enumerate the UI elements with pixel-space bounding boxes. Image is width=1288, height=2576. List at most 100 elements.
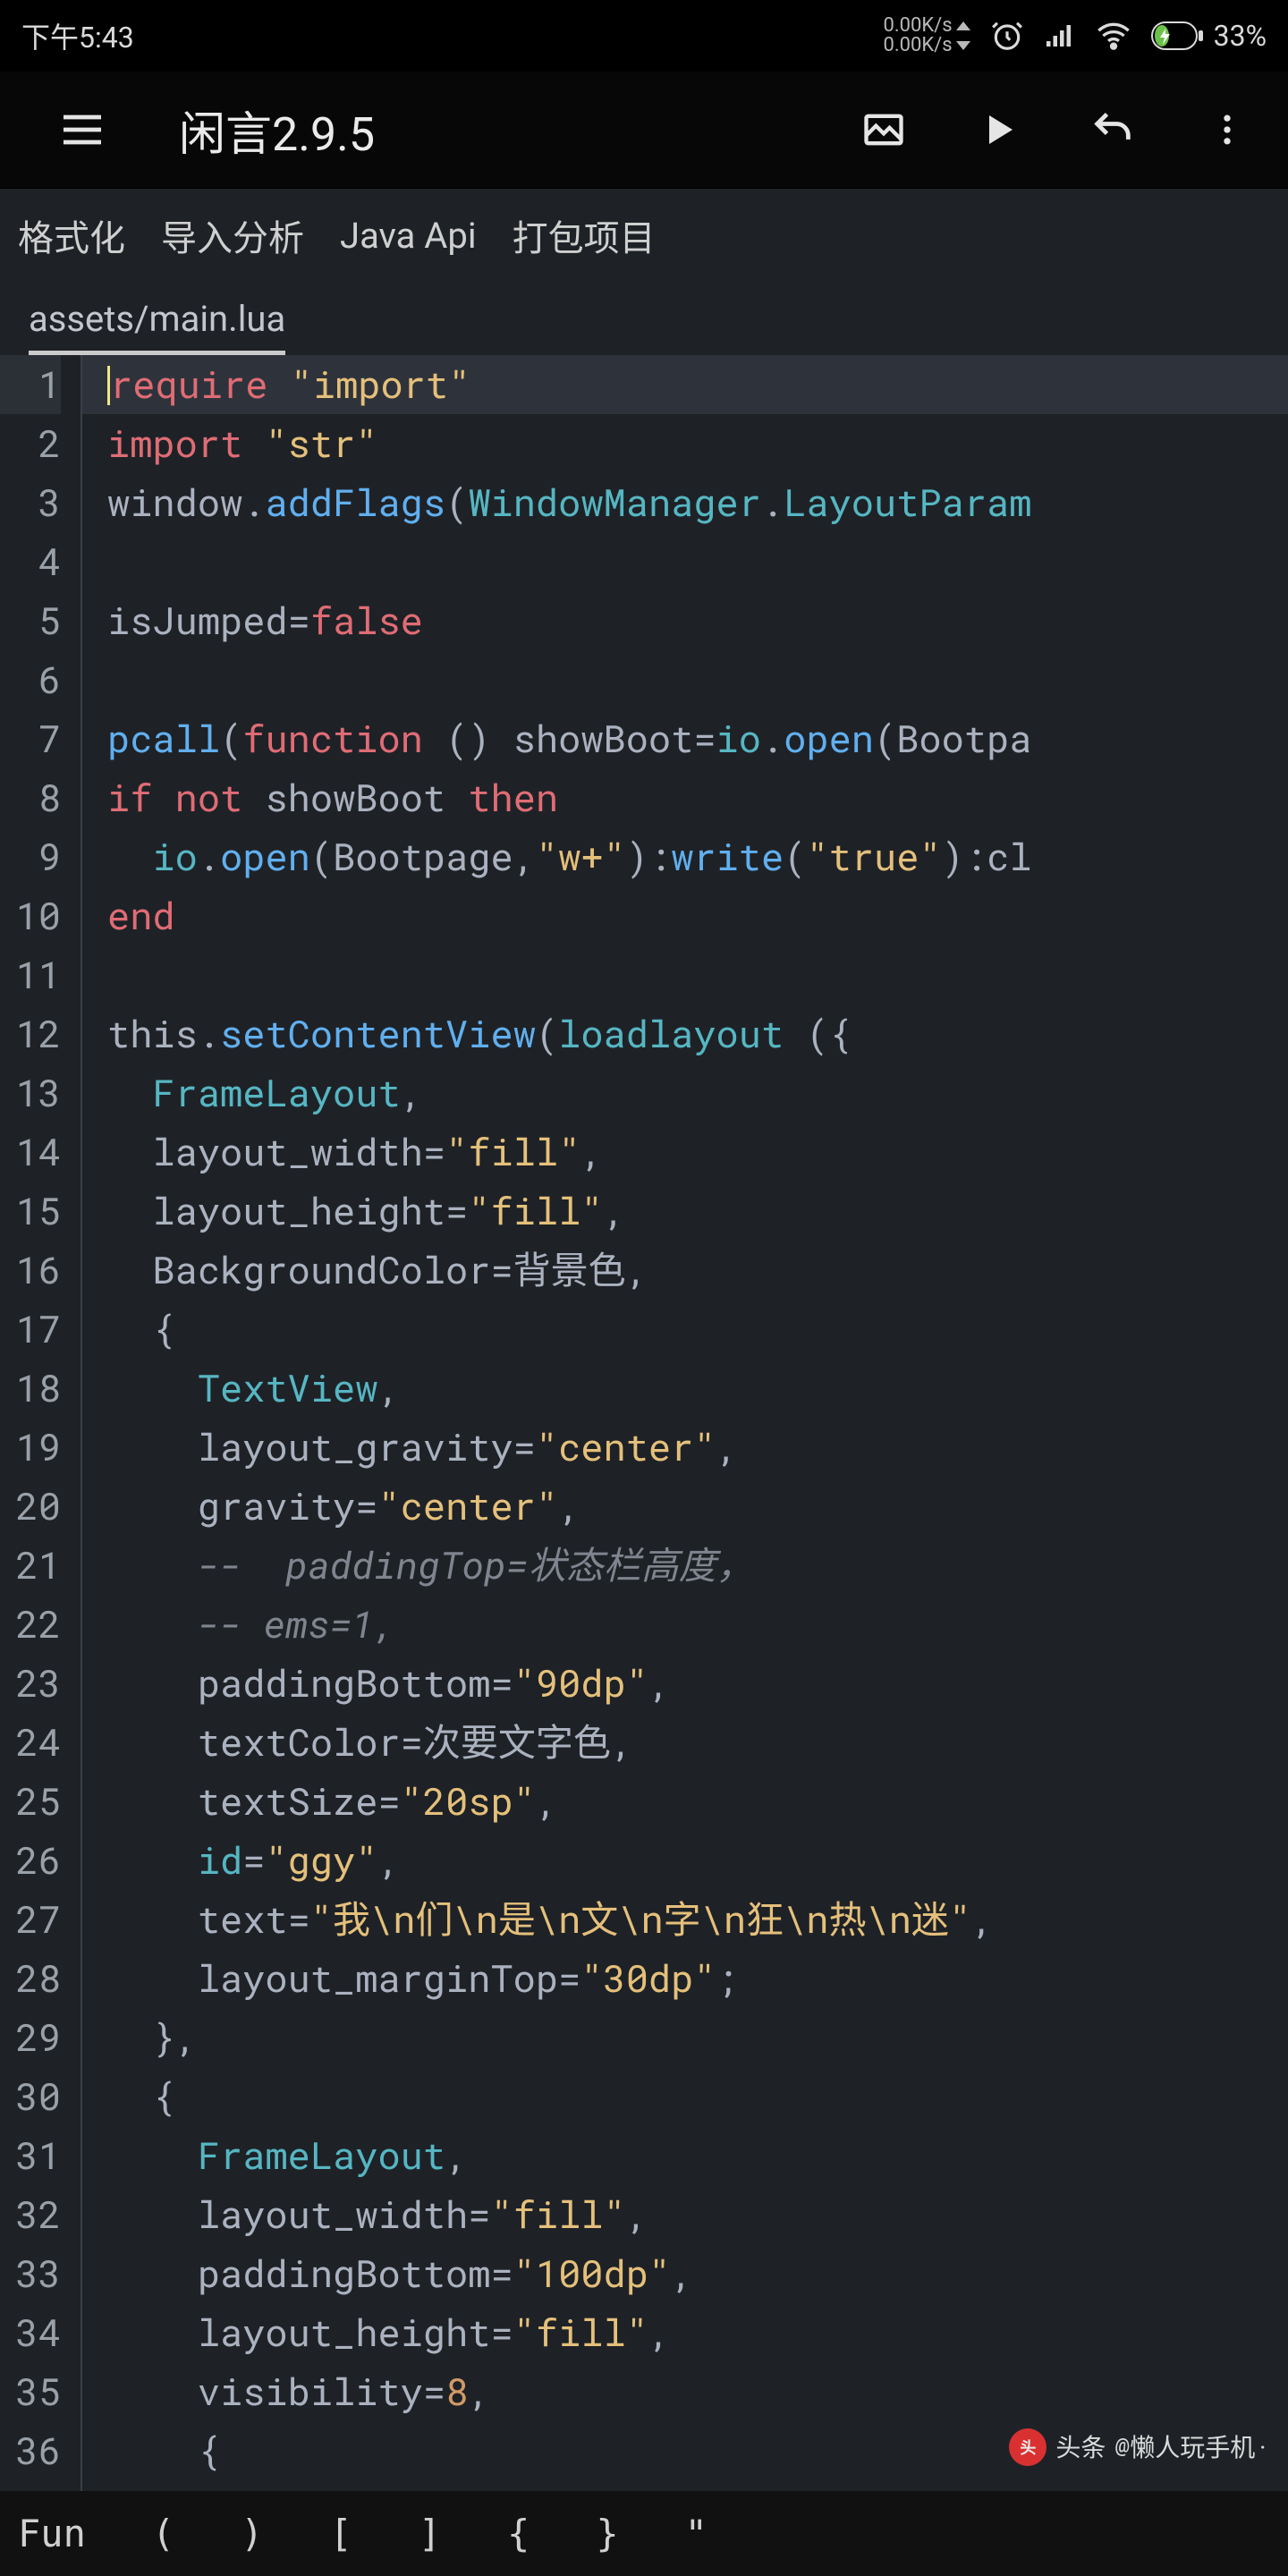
code-line[interactable]: import "str" bbox=[107, 414, 1288, 473]
java-api-button[interactable]: Java Api bbox=[340, 215, 477, 257]
code-line[interactable]: -- paddingTop=状态栏高度， bbox=[107, 1536, 1288, 1595]
more-icon[interactable] bbox=[1188, 90, 1267, 169]
key-lbrace[interactable]: { bbox=[507, 2512, 530, 2555]
line-number: 5 bbox=[0, 591, 61, 650]
battery-icon: 33% bbox=[1151, 19, 1267, 53]
code-line[interactable]: visibility=8, bbox=[107, 2362, 1288, 2421]
code-line[interactable]: end bbox=[107, 886, 1288, 945]
line-number: 20 bbox=[0, 1477, 61, 1536]
code-line[interactable]: text="我\n们\n是\n文\n字\n狂\n热\n迷", bbox=[107, 1890, 1288, 1949]
line-number: 1 bbox=[0, 355, 61, 414]
status-time: 下午5:43 bbox=[21, 15, 134, 56]
line-number: 6 bbox=[0, 650, 61, 709]
toolbar: 闲言2.9.5 bbox=[0, 72, 1288, 188]
line-number: 3 bbox=[0, 473, 61, 532]
code-line[interactable]: layout_gravity="center", bbox=[107, 1418, 1288, 1477]
line-number: 33 bbox=[0, 2244, 61, 2303]
key-rbrace[interactable]: } bbox=[596, 2512, 618, 2555]
line-number: 22 bbox=[0, 1595, 61, 1654]
line-number: 37 bbox=[0, 2480, 61, 2491]
play-icon[interactable] bbox=[959, 90, 1038, 169]
line-number: 2 bbox=[0, 414, 61, 473]
line-number: 17 bbox=[0, 1300, 61, 1359]
code-line[interactable] bbox=[107, 945, 1288, 1004]
line-number: 10 bbox=[0, 886, 61, 945]
code-area[interactable]: require "import"import "str"window.addFl… bbox=[82, 355, 1288, 2491]
code-line[interactable]: paddingBottom="90dp", bbox=[107, 1654, 1288, 1713]
line-number: 29 bbox=[0, 2008, 61, 2067]
code-line[interactable]: textColor=次要文字色, bbox=[107, 1713, 1288, 1772]
line-number: 9 bbox=[0, 827, 61, 886]
image-icon[interactable] bbox=[844, 90, 923, 169]
line-number: 27 bbox=[0, 1890, 61, 1949]
code-line[interactable]: layout_width="fill", bbox=[107, 1123, 1288, 1182]
watermark-brand: 头条 bbox=[1055, 2418, 1106, 2477]
line-number: 25 bbox=[0, 1772, 61, 1831]
code-line[interactable]: id="ggy", bbox=[107, 1831, 1288, 1890]
code-line[interactable] bbox=[107, 650, 1288, 709]
line-number: 19 bbox=[0, 1418, 61, 1477]
line-number: 15 bbox=[0, 1182, 61, 1241]
code-line[interactable]: { bbox=[107, 2067, 1288, 2126]
file-tab[interactable]: assets/main.lua bbox=[29, 298, 285, 355]
code-line[interactable]: isJumped=false bbox=[107, 591, 1288, 650]
code-editor[interactable]: 1234567891011121314151617181920212223242… bbox=[0, 355, 1288, 2491]
action-row: 格式化 导入分析 Java Api 打包项目 bbox=[0, 188, 1288, 282]
symbol-key-row: Fun ( ) [ ] { } " bbox=[0, 2491, 1288, 2576]
code-line[interactable]: FrameLayout, bbox=[107, 2126, 1288, 2185]
package-button[interactable]: 打包项目 bbox=[513, 209, 656, 261]
watermark: 头 头条 @懒人玩手机· bbox=[1009, 2418, 1270, 2477]
key-rbrack[interactable]: ] bbox=[419, 2512, 441, 2555]
code-line[interactable]: io.open(Bootpage,"w+"):write("true"):cl bbox=[107, 827, 1288, 886]
line-number: 31 bbox=[0, 2126, 61, 2185]
code-line[interactable]: }, bbox=[107, 2008, 1288, 2067]
line-number: 32 bbox=[0, 2185, 61, 2244]
code-line[interactable]: layout_marginTop="30dp"; bbox=[107, 1949, 1288, 2008]
code-line[interactable]: textSize="20sp", bbox=[107, 1772, 1288, 1831]
key-fun[interactable]: Fun bbox=[18, 2512, 86, 2555]
key-lparen[interactable]: ( bbox=[152, 2512, 174, 2555]
watermark-logo-icon: 头 bbox=[1009, 2428, 1046, 2466]
format-button[interactable]: 格式化 bbox=[18, 209, 125, 261]
line-number: 12 bbox=[0, 1004, 61, 1063]
code-line[interactable]: paddingBottom="100dp", bbox=[107, 2244, 1288, 2303]
line-number: 26 bbox=[0, 1831, 61, 1890]
code-line[interactable]: pcall(function () showBoot=io.open(Bootp… bbox=[107, 709, 1288, 768]
code-line[interactable]: window.addFlags(WindowManager.LayoutPara… bbox=[107, 473, 1288, 532]
line-number: 14 bbox=[0, 1123, 61, 1182]
code-line[interactable]: FrameLayout, bbox=[107, 1063, 1288, 1123]
network-speed-icon: 0.00K/s 0.00K/s bbox=[883, 16, 970, 55]
code-line[interactable]: ImageView, bbox=[107, 2480, 1288, 2491]
code-line[interactable]: TextView, bbox=[107, 1359, 1288, 1418]
line-number: 18 bbox=[0, 1359, 61, 1418]
line-number: 11 bbox=[0, 945, 61, 1004]
status-bar: 下午5:43 0.00K/s 0.00K/s 33% bbox=[0, 0, 1288, 72]
wifi-icon bbox=[1096, 18, 1131, 54]
watermark-account: @懒人玩手机· bbox=[1114, 2418, 1270, 2477]
key-lbrack[interactable]: [ bbox=[329, 2512, 352, 2555]
key-dquote[interactable]: " bbox=[685, 2512, 708, 2555]
import-analysis-button[interactable]: 导入分析 bbox=[161, 209, 304, 261]
code-line[interactable]: require "import" bbox=[82, 355, 1288, 414]
line-number: 21 bbox=[0, 1536, 61, 1595]
code-line[interactable]: { bbox=[107, 1300, 1288, 1359]
code-line[interactable]: gravity="center", bbox=[107, 1477, 1288, 1536]
code-line[interactable]: BackgroundColor=背景色, bbox=[107, 1241, 1288, 1300]
code-line[interactable]: layout_width="fill", bbox=[107, 2185, 1288, 2244]
line-number: 35 bbox=[0, 2362, 61, 2421]
code-line[interactable]: this.setContentView(loadlayout ({ bbox=[107, 1004, 1288, 1063]
code-line[interactable]: if not showBoot then bbox=[107, 768, 1288, 827]
code-line[interactable]: -- ems=1, bbox=[107, 1595, 1288, 1654]
line-number: 34 bbox=[0, 2303, 61, 2362]
undo-icon[interactable] bbox=[1073, 90, 1152, 169]
line-number: 8 bbox=[0, 768, 61, 827]
code-line[interactable]: layout_height="fill", bbox=[107, 1182, 1288, 1241]
code-line[interactable]: layout_height="fill", bbox=[107, 2303, 1288, 2362]
key-rparen[interactable]: ) bbox=[241, 2512, 263, 2555]
tab-row: assets/main.lua bbox=[0, 282, 1288, 355]
code-line[interactable] bbox=[107, 532, 1288, 591]
menu-icon[interactable] bbox=[43, 90, 122, 169]
line-number: 24 bbox=[0, 1713, 61, 1772]
line-number: 36 bbox=[0, 2421, 61, 2480]
line-number: 4 bbox=[0, 532, 61, 591]
